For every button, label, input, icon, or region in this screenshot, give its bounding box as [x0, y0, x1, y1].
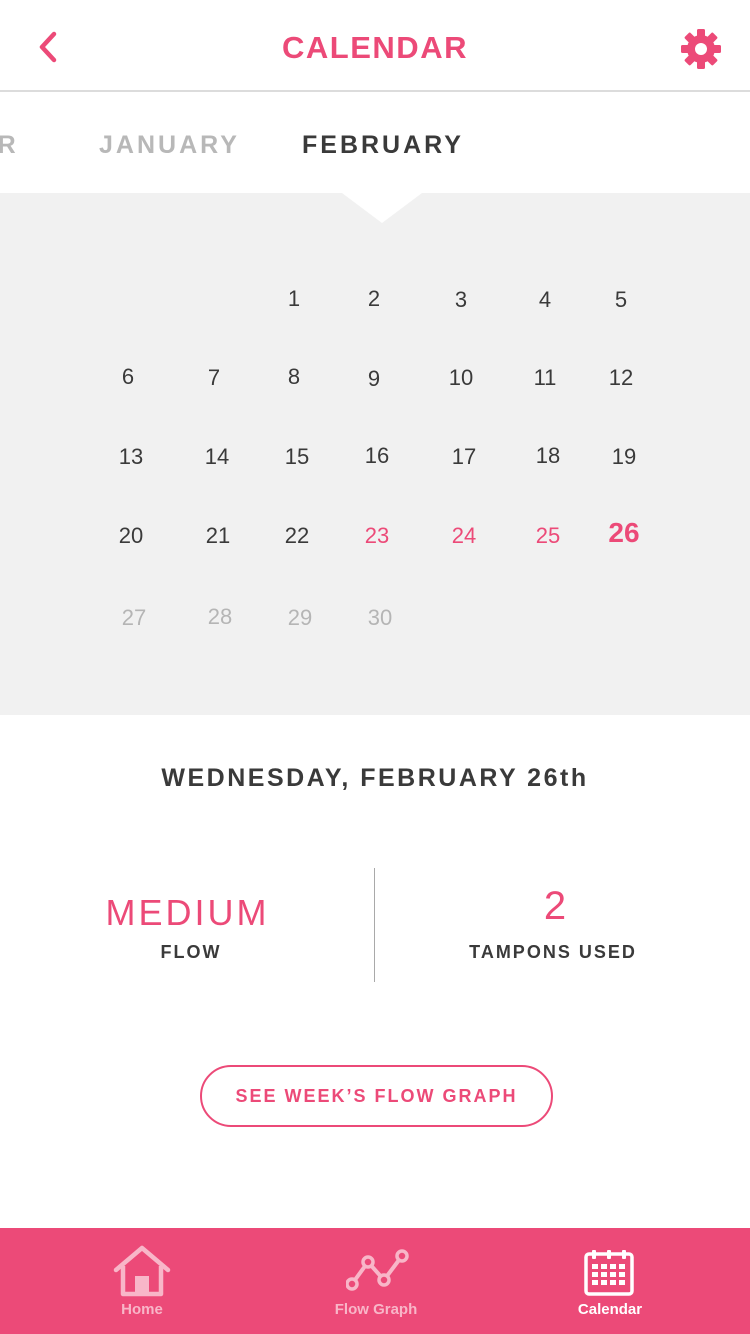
month-selector: ER JANUARY FEBRUARY [0, 94, 750, 194]
month-january[interactable]: JANUARY [99, 131, 240, 160]
day-9[interactable]: 9 [344, 366, 404, 392]
settings-button[interactable] [680, 28, 722, 70]
day-29-future[interactable]: 29 [270, 605, 330, 631]
day-24-period[interactable]: 24 [434, 523, 494, 549]
day-5[interactable]: 5 [591, 287, 651, 313]
flow-label: FLOW [160, 942, 222, 962]
day-20[interactable]: 20 [101, 523, 161, 549]
day-6[interactable]: 6 [98, 364, 158, 390]
day-12[interactable]: 12 [591, 365, 651, 391]
tab-flow-graph[interactable]: Flow Graph [276, 1228, 476, 1334]
day-10[interactable]: 10 [431, 365, 491, 391]
home-icon [113, 1245, 171, 1297]
day-25-period[interactable]: 25 [518, 523, 578, 549]
tampons-used-label: TAMPONS USED [469, 942, 637, 962]
tab-home-label: Home [121, 1301, 163, 1318]
gear-icon [681, 29, 721, 69]
day-8[interactable]: 8 [264, 364, 324, 390]
tab-home[interactable]: Home [42, 1228, 242, 1334]
day-11[interactable]: 11 [515, 365, 575, 391]
flow-graph-icon [346, 1249, 409, 1291]
day-23-period[interactable]: 23 [347, 523, 407, 549]
day-2[interactable]: 2 [344, 286, 404, 312]
tab-flow-graph-label: Flow Graph [334, 1301, 418, 1318]
selected-date-heading: WEDNESDAY, FEBRUARY 26th [161, 764, 589, 792]
top-nav-bar: CALENDAR [0, 0, 750, 92]
stats-divider [374, 868, 375, 982]
tab-calendar-label: Calendar [577, 1301, 643, 1318]
day-30-future[interactable]: 30 [350, 605, 410, 631]
day-22[interactable]: 22 [267, 523, 327, 549]
day-3[interactable]: 3 [431, 287, 491, 313]
day-28-future[interactable]: 28 [190, 604, 250, 630]
calendar-icon [584, 1250, 634, 1296]
day-14[interactable]: 14 [187, 444, 247, 470]
flow-value: MEDIUM [105, 892, 270, 933]
tab-calendar[interactable]: Calendar [510, 1228, 710, 1334]
selected-month-pointer [342, 193, 422, 223]
page-title: CALENDAR [282, 30, 468, 65]
day-1[interactable]: 1 [264, 286, 324, 312]
day-27-future[interactable]: 27 [104, 605, 164, 631]
day-15[interactable]: 15 [267, 444, 327, 470]
day-16[interactable]: 16 [347, 443, 407, 469]
tampons-used-value: 2 [543, 884, 567, 928]
see-week-flow-graph-button[interactable]: SEE WEEK’S FLOW GRAPH [200, 1065, 553, 1127]
month-previous-partial[interactable]: ER [0, 131, 19, 160]
day-18[interactable]: 18 [518, 443, 578, 469]
day-13[interactable]: 13 [101, 444, 161, 470]
bottom-tab-bar: Home Flow Graph Calendar [0, 1228, 750, 1334]
day-26-selected[interactable]: 26 [594, 517, 654, 549]
day-19[interactable]: 19 [594, 444, 654, 470]
day-7[interactable]: 7 [184, 365, 244, 391]
day-17[interactable]: 17 [434, 444, 494, 470]
month-february[interactable]: FEBRUARY [302, 131, 464, 160]
day-21[interactable]: 21 [188, 523, 248, 549]
day-4[interactable]: 4 [515, 287, 575, 313]
calendar-grid: 1 2 3 4 5 6 7 8 9 10 11 12 13 14 15 16 1… [0, 193, 750, 715]
